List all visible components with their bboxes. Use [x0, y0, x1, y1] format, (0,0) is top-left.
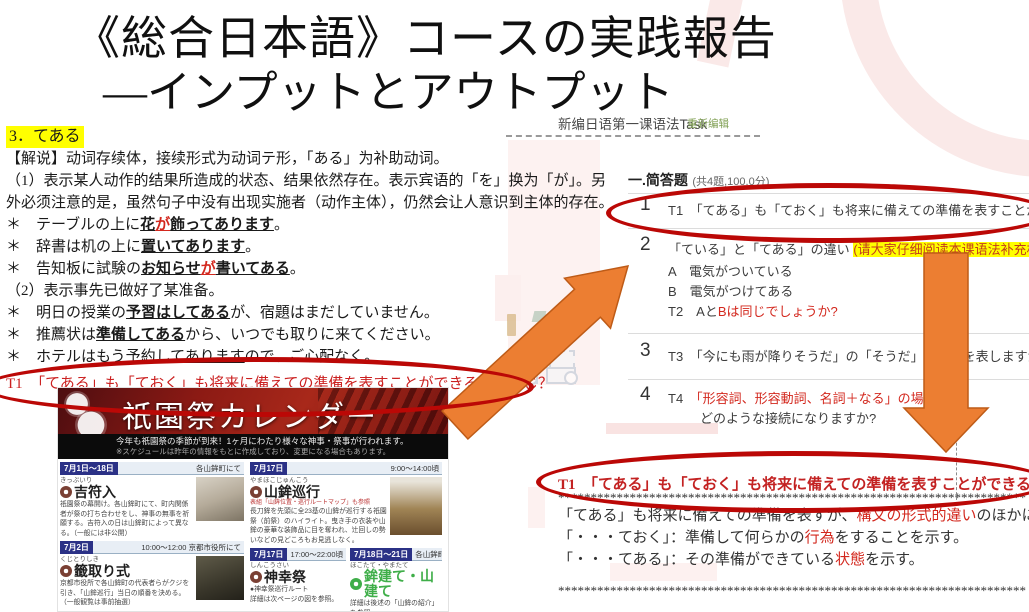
answer-line: 「・・・ておく」：準備して何らかの行為をすることを示す。	[558, 526, 968, 547]
example-line: ＊ 告知板に試験のお知らせが書いてある。	[6, 258, 522, 280]
event-description: 長刀鉾を先頭に全23基の山鉾が巡行する祇園祭（前祭）のハイライト。曳き手の衣装や…	[250, 507, 387, 545]
explain-line: （2）表示事先已做好了某准备。	[6, 280, 522, 302]
event-title: 神幸祭	[264, 569, 306, 585]
event-title: 山鉾巡行	[264, 484, 320, 500]
crest-icon	[350, 578, 362, 590]
event-card: 7月1日～18日 各山鉾町にて きっぷいり 吉符入 祇園祭の幕開け。各山鉾町にて…	[60, 462, 244, 541]
event-route: ●神幸祭巡行ルート	[250, 585, 346, 595]
example-line: ＊ 推薦状は準備してあるから、いつでも取りに来てください。	[6, 324, 522, 346]
grammar-explanation-panel: 3．てある 【解说】动词存续体，接续形式为动词テ形，「ある」为补助动词。 （1）…	[6, 126, 522, 395]
explain-line: 【解说】动词存续体，接续形式为动词テ形，「ある」为补助动词。	[6, 148, 522, 170]
calendar-left-column: 7月1日～18日 各山鉾町にて きっぷいり 吉符入 祇園祭の幕開け。各山鉾町にて…	[60, 462, 244, 612]
crest-icon	[250, 571, 262, 583]
t2-question: T2 AとBは同じでしょうか?	[668, 301, 838, 320]
question-number: 3	[640, 340, 651, 362]
event-description: 祇園祭の幕開け。各山鉾町にて、町内関係者が祭の打ち合わせをし、神事の無事を祈願す…	[60, 500, 193, 538]
calendar-body: 7月1日～18日 各山鉾町にて きっぷいり 吉符入 祇園祭の幕開け。各山鉾町にて…	[58, 459, 448, 612]
option-a: A 電気がついている	[668, 261, 793, 280]
question-number: 4	[640, 384, 651, 406]
event-photo	[390, 477, 442, 535]
option-b: B 電気がつけてある	[668, 281, 793, 300]
event-half-row: 7月17日 17:00～22:00頃 しんこうさい 神幸祭 ●神幸祭巡行ルート …	[250, 548, 442, 612]
quiz-title: 新编日语第一课语法Task	[558, 113, 707, 133]
event-note: 詳細は後述の「山鉾の紹介」を参照。	[350, 599, 442, 612]
calendar-right-column: 7月17日 9:00～14:00頃 やまほこじゅんこう 山鉾巡行 表組「山鉾位置…	[250, 462, 442, 612]
event-when: 9:00～14:00頃	[287, 462, 442, 475]
question-text: T3 「今にも雨が降りそうだ」の「そうだ」も推測を表しますが、「ようだ」と同じ?	[668, 346, 1029, 365]
event-furigana: くじとりしき	[60, 556, 193, 563]
crest-motif-icon	[75, 409, 107, 434]
quiz-document: 新编日语第一课语法Task 重新编辑 一.简答题 (共4题,100.0分) 1 …	[520, 100, 1029, 610]
calendar-subtitle-strip: 今年も祇園祭の季節が到来！1ヶ月にわたり様々な神事・祭事が行われます。 ※スケジ…	[58, 434, 448, 459]
event-photo	[196, 477, 244, 521]
re-edit-link[interactable]: 重新编辑	[687, 116, 729, 131]
event-when: 17:00～22:00頃	[287, 548, 346, 561]
event-card: 7月17日 17:00～22:00頃 しんこうさい 神幸祭 ●神幸祭巡行ルート …	[250, 548, 346, 612]
event-date-badge: 7月1日～18日	[60, 462, 118, 475]
crest-icon	[60, 486, 72, 498]
event-title: 鉾建て・山建て	[364, 569, 442, 599]
event-date-badge: 7月17日	[250, 548, 287, 561]
event-description: 京都市役所で各山鉾町の代表者らがクジを引き、「山鉾巡行」当日の順番を決める。（一…	[60, 579, 193, 608]
event-when: 10:00～12:00 京都市役所にて	[93, 541, 244, 554]
event-title: 籤取り式	[74, 563, 130, 579]
gion-calendar-image: 祇園祭カレンダー 今年も祇園祭の季節が到来！1ヶ月にわたり様々な神事・祭事が行わ…	[57, 387, 449, 612]
calendar-subtitle1: 今年も祇園祭の季節が到来！1ヶ月にわたり様々な神事・祭事が行われます。	[116, 436, 448, 447]
event-card: 7月18日～21日 各山鉾町にて ほこたて・やまたて 鉾建て・山建て 詳細は後述…	[350, 548, 442, 612]
answer-line: 「・・・てある」：その準備ができている状態を示す。	[558, 548, 924, 569]
asterisk-divider: ****************************************…	[558, 583, 1026, 599]
event-date-badge: 7月18日～21日	[350, 548, 412, 561]
event-date-badge: 7月2日	[60, 541, 93, 554]
example-line: ＊ 明日の授業の予習はしてあるが、宿題はまだしていません。	[6, 302, 522, 324]
question-text: T4 「形容詞、形容動詞、名詞＋なる」の場合は、	[668, 388, 963, 407]
dashed-border-line	[506, 135, 760, 137]
crest-icon	[250, 486, 262, 498]
event-date-badge: 7月17日	[250, 462, 287, 475]
event-furigana: しんこうさい	[250, 562, 346, 569]
section-title: 一.简答题	[628, 172, 688, 188]
event-photo	[196, 556, 244, 600]
event-furigana: やまほこじゅんこう	[250, 477, 387, 484]
explain-line: （1）表示某人动作的结果所造成的状态、结果依然存在。表示宾语的「を」换为「が」。…	[6, 170, 522, 192]
event-when: 各山鉾町にて	[118, 462, 244, 475]
event-furigana: きっぷいり	[60, 477, 193, 484]
question-text-line2: どのような接続になりますか?	[700, 408, 876, 427]
question-number: 2	[640, 234, 651, 256]
slide-canvas: { "colors":{"accent_red":"#bb0806","arro…	[0, 0, 1029, 610]
calendar-subtitle2: ※スケジュールは昨年の情報をもとに作成しており、変更になる場合もあります。	[116, 447, 448, 457]
red-ellipse-left-t1	[0, 357, 534, 417]
explain-line: 外必须注意的是，虽然句子中没有出现实施者（动作主体），仍然会让人意识到主体的存在…	[6, 192, 522, 214]
divider	[628, 379, 1029, 380]
event-card: 7月17日 9:00～14:00頃 やまほこじゅんこう 山鉾巡行 表組「山鉾位置…	[250, 462, 442, 548]
event-card: 7月2日 10:00～12:00 京都市役所にて くじとりしき 籤取り式 京都市…	[60, 541, 244, 611]
event-title: 吉符入	[74, 484, 116, 500]
event-when: 各山鉾町にて	[412, 548, 442, 561]
section-heading: 3．てある	[6, 126, 522, 148]
red-ellipse-question1	[606, 183, 1029, 243]
event-note: 表組「山鉾位置・巡行ルートマップ」も参照	[250, 500, 387, 507]
example-line: ＊ テーブルの上に花が飾ってあります。	[6, 214, 522, 236]
example-line: ＊ 辞書は机の上に置いてあります。	[6, 236, 522, 258]
crest-icon	[60, 565, 72, 577]
event-description: 詳細は次ページの図を参照。	[250, 595, 346, 605]
red-ellipse-answer-t1	[536, 451, 1029, 513]
divider	[628, 333, 1029, 334]
